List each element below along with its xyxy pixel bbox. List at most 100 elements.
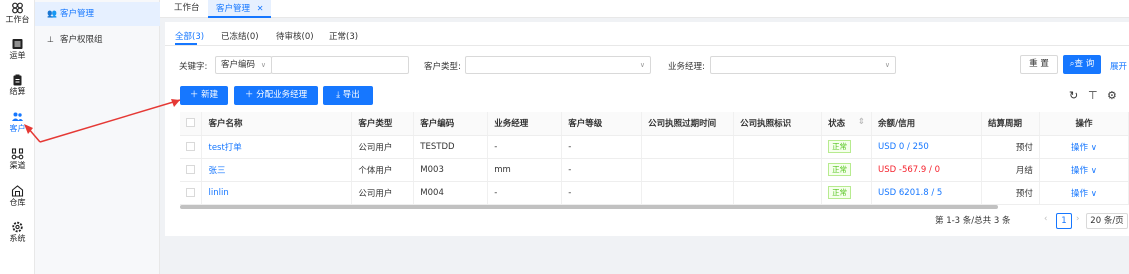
column-header: 业务经理 [487, 112, 563, 136]
balance-cell: USD 0 / 250 [871, 135, 982, 159]
page-tabs: 工作台 客户管理 ✕ [160, 0, 1129, 18]
nav-item-settlement[interactable]: 结算 [0, 74, 35, 96]
nav-item-channel[interactable]: 渠道 [0, 148, 35, 170]
chevron-down-icon: ∨ [639, 61, 645, 69]
operation-label: 操作 [1070, 142, 1088, 153]
operation-cell: 操作 ∨ [1039, 181, 1129, 205]
page-size-select[interactable]: 20 条/页 [1086, 213, 1128, 229]
workbench-icon [12, 2, 23, 14]
checkbox[interactable] [186, 118, 195, 128]
table-row: test打单 公司用户 TESTDD - - 正常 USD 0 / 250 预付… [180, 135, 1129, 159]
column-header: 公司执照过期时间 [641, 112, 735, 136]
new-label: 新建 [201, 90, 219, 100]
page-number-button[interactable]: 1 [1056, 213, 1072, 229]
sort-icon[interactable]: ⇕ [858, 117, 865, 127]
sub-item-customer-permission-group[interactable]: ⊥ 客户权限组 [35, 28, 160, 52]
expand-link[interactable]: 展开 [1110, 60, 1127, 72]
nav-item-warehouse[interactable]: 仓库 [0, 185, 35, 207]
status-tab-all[interactable]: 全部(3) [175, 30, 204, 42]
nav-item-system[interactable]: 系统 [0, 221, 35, 243]
keyword-label: 关键字: [179, 62, 208, 72]
nav-label: 客户 [9, 124, 26, 133]
tab-workbench[interactable]: 工作台 [166, 0, 208, 18]
column-header: 操作 [1039, 112, 1129, 136]
checkbox[interactable] [186, 141, 195, 151]
status-badge: 正常 [828, 163, 852, 176]
status-column-header[interactable]: 状态 ⇕ [821, 112, 873, 136]
row-select-cell[interactable] [180, 158, 203, 182]
chevron-down-icon: ∨ [260, 61, 266, 69]
customer-name-link[interactable]: test打单 [201, 135, 353, 159]
nav-label: 结算 [9, 87, 26, 96]
checkbox[interactable] [186, 164, 195, 174]
cell: TESTDD [413, 135, 489, 159]
table-header: 客户名称 客户类型 客户编码 业务经理 客户等级 公司执照过期时间 公司执照标识… [180, 112, 1129, 136]
plus-icon: ＋ [244, 90, 257, 100]
pagination-summary: 第 1-3 条/总共 3 条 [935, 216, 1011, 226]
cell [733, 135, 823, 159]
customer-name-link[interactable]: linlin [201, 181, 353, 205]
cell [641, 135, 735, 159]
status-cell: 正常 [821, 158, 873, 182]
balance-cell: USD 6201.8 / 5 [871, 181, 982, 205]
table-row: 张三 个体用户 M003 mm - 正常 USD -567.9 / 0 月结 操… [180, 158, 1129, 182]
row-select-cell[interactable] [180, 135, 203, 159]
reload-icon[interactable]: ↻ [1069, 89, 1078, 102]
operation-dropdown[interactable]: 操作 ∨ [1071, 143, 1097, 153]
cell: - [487, 181, 563, 205]
channel-icon [11, 148, 24, 160]
column-header: 公司执照标识 [733, 112, 823, 136]
cell: - [561, 135, 643, 159]
nav-item-waybill[interactable]: 运单 [0, 38, 35, 60]
cell: - [487, 135, 563, 159]
cell: 预付 [981, 181, 1040, 205]
column-height-icon[interactable]: ⊤ [1088, 89, 1098, 102]
keyword-type-select[interactable]: 客户编码 ∨ [215, 56, 272, 74]
settlement-icon [13, 74, 22, 86]
nav-label: 运单 [9, 51, 26, 60]
nav-label: 系统 [9, 234, 26, 243]
assign-manager-button[interactable]: ＋ 分配业务经理 [234, 86, 318, 105]
tab-label: 客户管理 [216, 4, 251, 14]
cell: 个体用户 [351, 158, 415, 182]
settings-icon[interactable]: ⚙ [1107, 89, 1117, 102]
keyword-input[interactable] [271, 56, 409, 74]
main-nav: 工作台 运单 结算 客户 渠道 仓库 系统 [0, 0, 35, 274]
customer-name-link[interactable]: 张三 [201, 158, 353, 182]
reset-button[interactable]: 重 置 [1020, 55, 1058, 74]
nav-item-customer[interactable]: 客户 [0, 111, 35, 133]
query-button[interactable]: ⌕查 询 [1063, 55, 1101, 74]
nav-label: 工作台 [5, 15, 30, 24]
status-tab-normal[interactable]: 正常(3) [329, 30, 358, 42]
column-header: 客户等级 [561, 112, 643, 136]
status-tab-pending[interactable]: 待审核(0) [276, 30, 314, 42]
cell: M004 [413, 181, 489, 205]
operation-dropdown[interactable]: 操作 ∨ [1071, 166, 1097, 176]
customer-type-select[interactable]: ∨ [465, 56, 651, 74]
row-select-cell[interactable] [180, 181, 203, 205]
export-button[interactable]: ⤓ 导出 [323, 86, 373, 105]
tab-customer-management[interactable]: 客户管理 ✕ [208, 0, 272, 18]
status-tab-frozen[interactable]: 已冻结(0) [221, 30, 259, 42]
assign-label: 分配业务经理 [256, 90, 308, 100]
operation-dropdown[interactable]: 操作 ∨ [1071, 189, 1097, 199]
new-button[interactable]: ＋ 新建 [180, 86, 228, 105]
status-cell: 正常 [821, 135, 873, 159]
manager-select[interactable]: ∨ [710, 56, 896, 74]
cell [733, 158, 823, 182]
select-all-cell[interactable] [180, 112, 203, 136]
cell: - [561, 158, 643, 182]
nav-item-workbench[interactable]: 工作台 [0, 2, 35, 24]
sub-item-label: 客户权限组 [60, 35, 103, 45]
close-icon[interactable]: ✕ [257, 4, 264, 13]
checkbox[interactable] [186, 187, 195, 197]
prev-page-icon[interactable]: ‹ [1044, 214, 1047, 224]
operation-cell: 操作 ∨ [1039, 158, 1129, 182]
system-icon [12, 221, 23, 233]
nav-label: 渠道 [9, 161, 26, 170]
sub-item-customer-management[interactable]: 👥 客户管理 [35, 2, 160, 26]
horizontal-scrollbar[interactable] [180, 205, 998, 209]
cell: 公司用户 [351, 135, 415, 159]
customer-icon [12, 112, 23, 121]
next-page-icon[interactable]: › [1076, 214, 1079, 224]
